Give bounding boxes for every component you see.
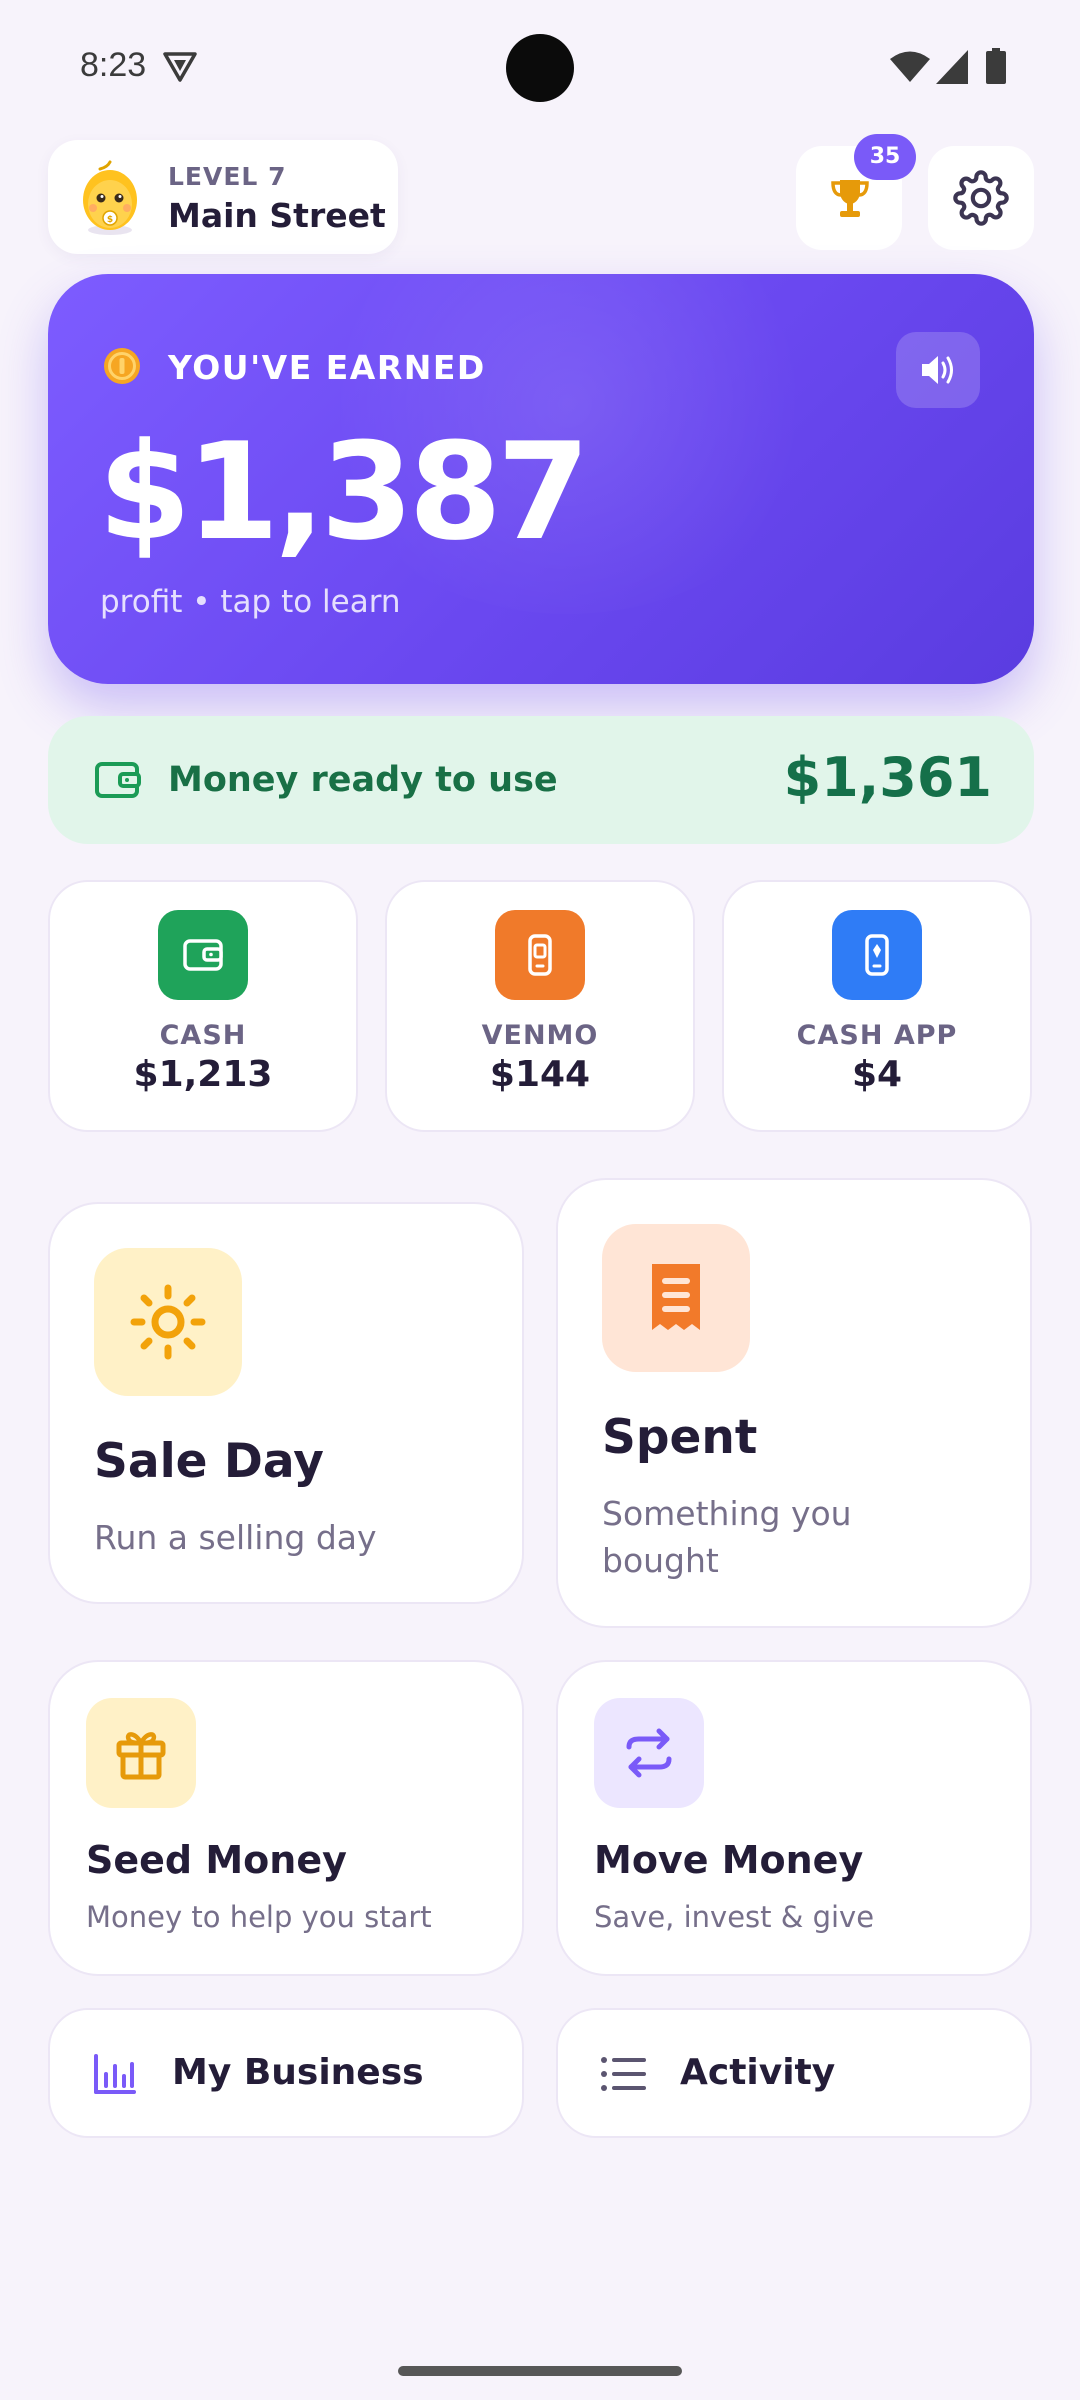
my-business-button[interactable]: My Business [48, 2008, 524, 2138]
move-money-title: Move Money [594, 1838, 864, 1882]
level-card[interactable]: $ LEVEL 7 Main Street [48, 140, 398, 254]
wallet-icon [183, 939, 223, 971]
list-icon [601, 2057, 646, 2091]
phone-icon [528, 934, 552, 976]
trophy-icon [831, 180, 869, 217]
account-card-cash[interactable]: CASH $1,213 [48, 880, 358, 1132]
level-name: Main Street [168, 196, 386, 235]
seed-money-subtitle: Money to help you start [86, 1900, 432, 1934]
spent-title: Spent [602, 1410, 758, 1465]
account-amount: $144 [489, 1054, 591, 1095]
seed-money-icon-box [86, 1698, 196, 1808]
account-amount: $4 [851, 1054, 903, 1095]
account-card-cash-app[interactable]: CASH APP $4 [722, 880, 1032, 1132]
sun-icon [130, 1284, 206, 1360]
move-money-icon-box [594, 1698, 704, 1808]
move-money-subtitle: Save, invest & give [594, 1900, 875, 1934]
wallet-icon [95, 762, 141, 798]
seed-money-card[interactable]: Seed Money Money to help you start [48, 1660, 524, 1976]
spent-icon-box [602, 1224, 750, 1372]
earned-amount: $1,387 [98, 414, 590, 570]
venmo-icon-box [495, 910, 585, 1000]
gear-icon [953, 170, 1009, 226]
cash-icon-box [158, 910, 248, 1000]
account-name: VENMO [481, 1020, 599, 1051]
transfer-icon [626, 1728, 672, 1778]
account-amount: $1,213 [133, 1054, 273, 1095]
wifi-icon [890, 51, 930, 82]
signal-icon [936, 50, 968, 84]
status-time: 8:23 [80, 46, 147, 84]
account-card-venmo[interactable]: VENMO $144 [385, 880, 695, 1132]
phone-icon [865, 934, 889, 976]
earned-label: YOU'VE EARNED [168, 348, 486, 387]
activity-button[interactable]: Activity [556, 2008, 1032, 2138]
money-ready-card[interactable]: Money ready to use $1,361 [48, 716, 1034, 844]
bar-chart-icon [94, 2054, 136, 2094]
spent-subtitle-line1: Something you [602, 1494, 852, 1533]
earned-subtext: profit • tap to learn [100, 584, 401, 620]
sale-day-card[interactable]: Sale Day Run a selling day [48, 1202, 524, 1604]
battery-icon [986, 48, 1006, 84]
earnings-card[interactable]: YOU'VE EARNED $1,387 profit • tap to lea… [48, 274, 1034, 684]
home-indicator[interactable] [398, 2366, 682, 2376]
svg-text:$: $ [107, 215, 113, 225]
mascot-icon: $ [83, 160, 137, 235]
trophy-count-badge: 35 [854, 134, 916, 180]
sale-day-title: Sale Day [94, 1434, 324, 1489]
cash-app-icon-box [832, 910, 922, 1000]
move-money-card[interactable]: Move Money Save, invest & give [556, 1660, 1032, 1976]
settings-button[interactable] [928, 146, 1034, 250]
seed-money-title: Seed Money [86, 1838, 347, 1882]
gift-icon [116, 1732, 166, 1780]
activity-label: Activity [680, 2052, 836, 2093]
money-ready-label: Money ready to use [168, 760, 558, 800]
spent-subtitle-line2: bought [602, 1541, 719, 1580]
speaker-icon [922, 356, 953, 384]
camera-cutout [506, 34, 574, 102]
vpn-icon [163, 52, 197, 82]
my-business-label: My Business [172, 2052, 424, 2093]
sale-day-icon-box [94, 1248, 242, 1396]
account-name: CASH APP [796, 1020, 958, 1051]
sound-button[interactable] [896, 332, 980, 408]
sale-day-subtitle: Run a selling day [94, 1518, 377, 1557]
coin-icon [104, 348, 140, 384]
account-name: CASH [159, 1020, 247, 1051]
level-label: LEVEL 7 [168, 162, 287, 191]
spent-card[interactable]: Spent Something you bought [556, 1178, 1032, 1628]
receipt-icon [652, 1264, 700, 1330]
money-ready-amount: $1,361 [783, 746, 992, 809]
